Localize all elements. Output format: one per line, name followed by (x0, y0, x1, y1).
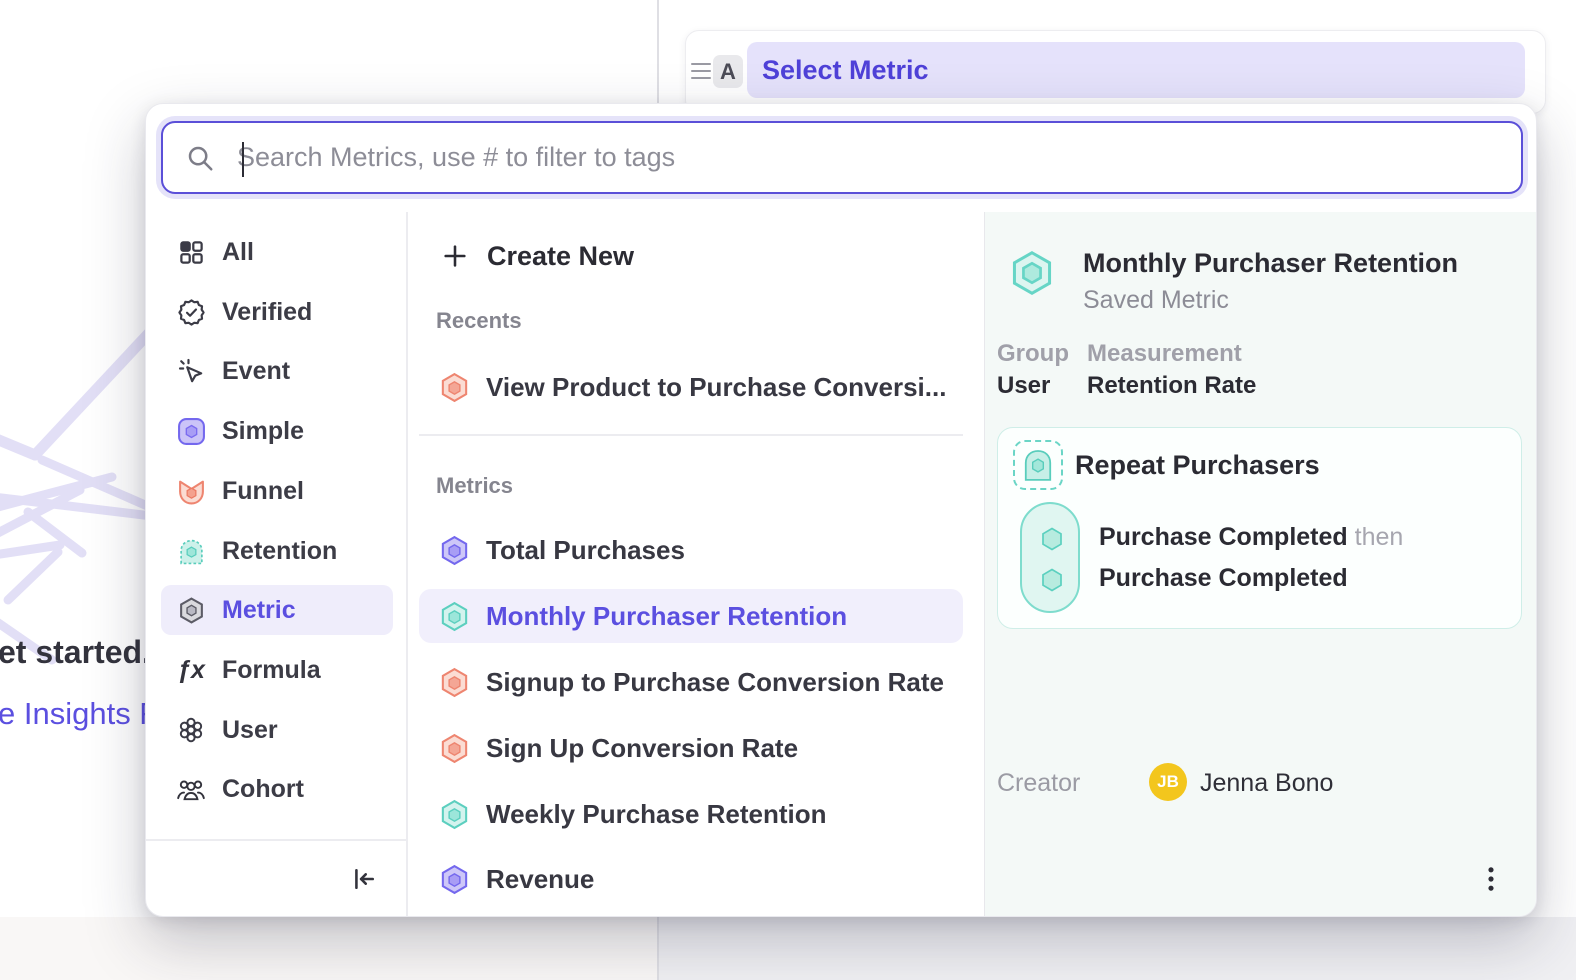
saved-metric-hexagon-icon (1008, 249, 1056, 302)
hexagon-icon (438, 863, 471, 896)
sidebar-item-formula[interactable]: ƒx Formula (161, 645, 393, 695)
metric-list-item-selected[interactable]: Monthly Purchaser Retention (419, 589, 963, 643)
sidebar-item-label: Event (222, 357, 290, 386)
sidebar-item-label: Simple (222, 417, 304, 446)
metric-list-item[interactable]: Weekly Purchase Retention (419, 787, 963, 841)
sidebar-divider (406, 212, 408, 917)
metric-item-label: Revenue (486, 864, 594, 895)
metric-item-label: Total Purchases (486, 535, 685, 566)
sidebar-item-event[interactable]: Event (161, 346, 393, 396)
create-new-button[interactable]: Create New (419, 229, 963, 283)
metric-picker-modal: All Verified Event (145, 103, 1537, 917)
background-heading-fragment: et started. (0, 634, 151, 671)
search-box (161, 121, 1523, 194)
search-icon (185, 143, 215, 173)
page-background-right (659, 917, 1576, 980)
hexagon-icon (438, 600, 471, 633)
event-hexagon-icon (1039, 526, 1065, 557)
sidebar-item-label: All (222, 238, 254, 267)
recent-item-label: View Product to Purchase Conversi... (486, 372, 946, 403)
detail-subtitle: Saved Metric (1083, 286, 1229, 315)
metric-list-item[interactable]: Signup to Purchase Conversion Rate (419, 655, 963, 709)
formula-icon: ƒx (176, 655, 206, 685)
creator-name: Jenna Bono (1200, 769, 1333, 798)
definition-step: Purchase Completed (1099, 564, 1348, 593)
cohort-icon (176, 774, 206, 804)
sidebar-item-label: Verified (222, 298, 312, 327)
select-metric-label: Select Metric (762, 55, 929, 86)
metric-item-label: Sign Up Conversion Rate (486, 733, 798, 764)
decorative-line-art (0, 320, 152, 680)
sidebar-item-funnel[interactable]: Funnel (161, 466, 393, 516)
hexagon-icon (438, 371, 471, 404)
metric-item-label: Weekly Purchase Retention (486, 799, 827, 830)
hexagon-icon (438, 534, 471, 567)
group-value: User (997, 372, 1050, 400)
drag-handle-icon[interactable] (691, 60, 711, 82)
sidebar-item-user[interactable]: User (161, 705, 393, 755)
group-label: Group (997, 340, 1069, 368)
metric-list-item[interactable]: Revenue (419, 852, 963, 906)
collapse-sidebar-button[interactable] (347, 862, 381, 896)
retention-icon (176, 536, 206, 566)
plus-icon (441, 242, 471, 270)
hexagon-icon (438, 666, 471, 699)
metric-list-item[interactable]: Total Purchases (419, 523, 963, 577)
more-options-button[interactable] (1474, 862, 1508, 896)
hexagon-icon (438, 798, 471, 831)
select-metric-button[interactable]: Select Metric (747, 42, 1525, 98)
event-hexagon-icon (1039, 567, 1065, 598)
creator-avatar: JB (1149, 763, 1187, 801)
sidebar-item-retention[interactable]: Retention (161, 526, 393, 576)
row-letter-badge: A (713, 55, 743, 88)
hexagon-icon (438, 732, 471, 765)
sidebar-item-metric[interactable]: Metric (161, 585, 393, 635)
user-icon (176, 715, 206, 745)
metric-list-item[interactable]: Sign Up Conversion Rate (419, 721, 963, 775)
grid-icon (176, 237, 206, 267)
definition-title: Repeat Purchasers (1075, 450, 1320, 481)
list-section-divider (419, 434, 963, 436)
sidebar-item-label: User (222, 716, 278, 745)
metric-detail-panel: Monthly Purchaser Retention Saved Metric… (985, 212, 1537, 917)
sidebar-item-label: Cohort (222, 775, 304, 804)
verified-badge-icon (176, 297, 206, 327)
create-new-label: Create New (487, 241, 634, 272)
sidebar-item-label: Formula (222, 656, 321, 685)
text-cursor (242, 142, 244, 177)
sidebar-item-verified[interactable]: Verified (161, 287, 393, 337)
sidebar-item-simple[interactable]: Simple (161, 406, 393, 456)
detail-title: Monthly Purchaser Retention (1083, 248, 1458, 279)
funnel-icon (176, 476, 206, 506)
page-background-left (0, 917, 657, 980)
saved-metric-definition-card: Repeat Purchasers Purchase Completed the… (997, 427, 1522, 629)
creator-label: Creator (997, 769, 1080, 798)
sidebar-footer-divider (146, 839, 406, 841)
definition-step: Purchase Completed then (1099, 523, 1403, 552)
measurement-value: Retention Rate (1087, 372, 1256, 400)
sidebar-item-label: Retention (222, 537, 337, 566)
screen: et started. e Insights Re A Select Metri… (0, 0, 1576, 980)
event-cursor-icon (176, 356, 206, 386)
metrics-heading: Metrics (436, 473, 513, 499)
query-row-card: A Select Metric (685, 30, 1546, 114)
metric-hexagon-icon (176, 595, 206, 625)
metric-item-label: Monthly Purchaser Retention (486, 601, 847, 632)
sidebar-item-label: Metric (222, 596, 296, 625)
measurement-label: Measurement (1087, 340, 1242, 368)
simple-icon (176, 416, 206, 446)
sidebar-item-label: Funnel (222, 477, 304, 506)
metric-item-label: Signup to Purchase Conversion Rate (486, 667, 944, 698)
recent-list-item[interactable]: View Product to Purchase Conversi... (419, 360, 963, 414)
recents-heading: Recents (436, 308, 522, 334)
retention-definition-icon (1013, 440, 1063, 490)
sidebar-item-all[interactable]: All (161, 227, 393, 277)
search-input[interactable] (237, 123, 1521, 192)
event-sequence-capsule (1020, 502, 1080, 613)
sidebar-item-cohort[interactable]: Cohort (161, 764, 393, 814)
